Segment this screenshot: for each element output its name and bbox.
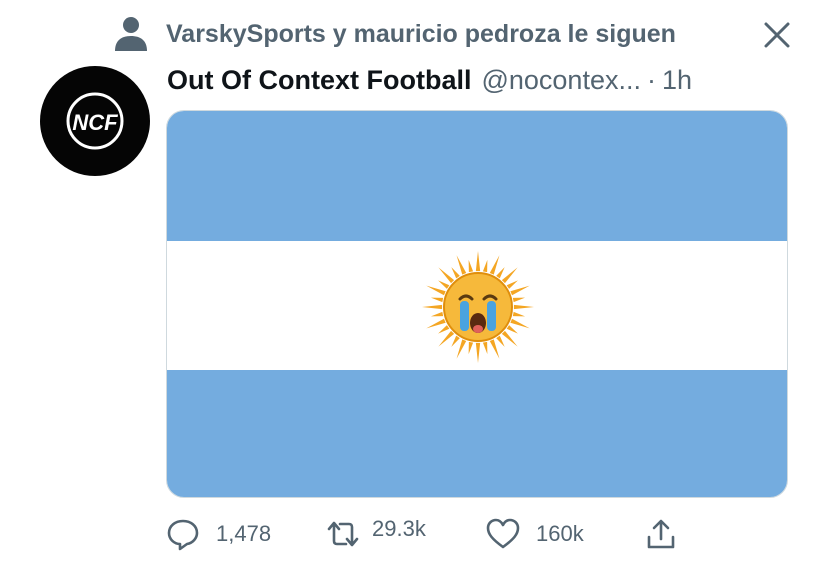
tweet-media-image[interactable] [166,110,788,498]
sun-ray [475,342,481,363]
avatar[interactable]: NCF [40,66,150,176]
sun-ray [426,285,446,296]
sun-ray [430,297,444,303]
sun-ray [456,339,467,359]
sun-ray [438,267,455,284]
like-count: 160k [536,521,584,546]
sun-ray [489,255,500,275]
sun-ray [496,267,505,279]
ncf-logo-icon: NCF [66,92,124,150]
reply-icon [167,519,199,551]
retweet-count: 29.3k [372,516,426,541]
sun-ray [438,330,455,347]
sun-ray [506,325,518,334]
sun-ray [422,304,443,310]
user-handle[interactable]: @nocontex... [481,65,641,96]
flag-stripe-bottom [167,370,787,497]
display-name[interactable]: Out Of Context Football [167,65,471,96]
sun-ray [430,311,444,317]
avatar-logo-text: NCF [72,110,118,135]
sun-ray [438,280,450,289]
sun-ray [468,259,474,273]
social-context[interactable]: VarskySports y mauricio pedroza le sigue… [114,14,676,54]
reply-count: 1,478 [216,521,272,546]
share-button[interactable] [644,512,678,556]
sun-ray [512,297,526,303]
timestamp[interactable]: 1h [662,65,692,96]
person-icon [115,17,147,51]
sun-ray [438,325,450,334]
sun-ray [513,304,534,310]
retweet-icon [327,521,359,547]
tweet-header: Out Of Context Football @nocontex... · 1… [167,60,692,100]
crying-sun-emoji [422,251,534,363]
retweet-button[interactable]: 29.3k [326,512,426,556]
reply-button[interactable]: 1,478 [166,512,271,556]
sun-ray [451,267,460,279]
sun-ray [501,267,518,284]
sun-ray [496,335,505,347]
close-icon[interactable] [762,20,792,50]
sun-ray [451,335,460,347]
sun-ray [501,330,518,347]
sun-ray [489,339,500,359]
sun-ray [506,280,518,289]
heart-icon [486,518,520,549]
sun-ray [510,285,530,296]
sun-ray [512,311,526,317]
separator-dot: · [646,64,656,95]
sun-ray [426,318,446,329]
social-context-text: VarskySports y mauricio pedroza le sigue… [166,19,676,48]
tweet-actions: 1,478 29.3k 160k [166,512,726,556]
sun-ray [468,341,474,355]
sun-ray [482,259,488,273]
flag-stripe-top [167,111,787,241]
like-button[interactable]: 160k [486,512,584,556]
sun-ray [456,255,467,275]
sun-ray [482,341,488,355]
sun-ray [475,251,481,272]
sun-ray [510,318,530,329]
share-icon [647,519,675,549]
